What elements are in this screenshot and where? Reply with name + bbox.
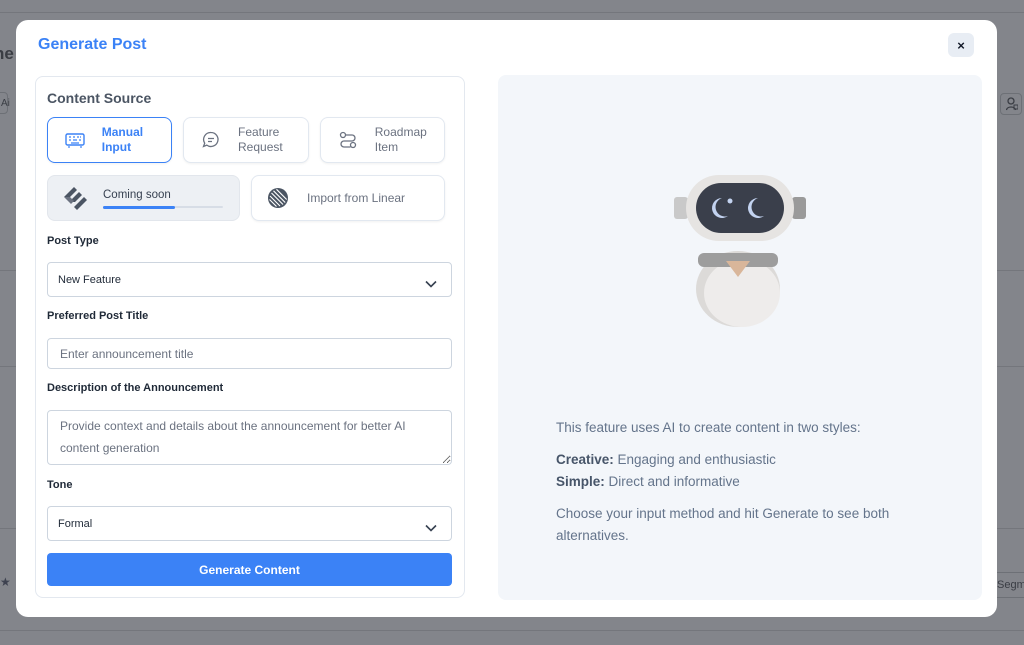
chevron-down-icon	[425, 275, 437, 293]
info-creative-text: Engaging and enthusiastic	[613, 452, 776, 467]
description-label: Description of the Announcement	[47, 382, 224, 394]
close-button[interactable]: ×	[948, 33, 974, 57]
bg-user-icon	[1000, 93, 1022, 115]
preferred-title-input[interactable]	[47, 338, 452, 369]
source-manual-input-label: Manual Input	[101, 125, 144, 154]
progress-fill	[103, 205, 175, 209]
info-simple-label: Simple:	[556, 474, 605, 489]
info-intro: This feature uses AI to create content i…	[556, 420, 861, 435]
jira-coming-soon-card: Coming soon	[47, 175, 240, 221]
bg-divider	[0, 12, 1024, 13]
post-type-select[interactable]: New Feature	[47, 262, 452, 297]
ai-info-text: This feature uses AI to create content i…	[556, 417, 946, 557]
description-textarea[interactable]	[47, 410, 452, 465]
coming-soon-label: Coming soon	[103, 189, 171, 201]
source-feature-request-button[interactable]: Feature Request	[183, 117, 309, 163]
import-from-linear-label: Import from Linear	[307, 191, 406, 205]
info-simple-text: Direct and informative	[604, 474, 740, 489]
content-form-panel: Content Source Manual Input Feature Requ…	[35, 76, 465, 598]
generate-post-modal: Generate Post × Content Source Manual In…	[16, 20, 997, 617]
preferred-title-label: Preferred Post Title	[47, 310, 149, 322]
bg-star-icon: ★	[0, 575, 11, 589]
import-from-linear-button[interactable]: Import from Linear	[251, 175, 445, 221]
source-manual-input-button[interactable]: Manual Input	[47, 117, 172, 163]
info-creative-label: Creative:	[556, 452, 614, 467]
bg-chip-fragment: Ai	[0, 92, 10, 114]
tone-value: Formal	[58, 518, 93, 530]
chevron-down-icon	[425, 519, 437, 537]
source-roadmap-item-label: Roadmap Item	[374, 125, 427, 154]
modal-title: Generate Post	[38, 36, 147, 53]
post-type-label: Post Type	[47, 235, 99, 247]
source-feature-request-label: Feature Request	[238, 125, 283, 154]
info-outro: Choose your input method and hit Generat…	[556, 506, 890, 543]
content-source-title: Content Source	[47, 90, 152, 106]
bg-divider	[0, 630, 1024, 631]
post-type-value: New Feature	[58, 274, 121, 286]
roadmap-icon	[337, 129, 359, 151]
info-creative-line: Creative: Engaging and enthusiastic	[556, 449, 946, 471]
linear-icon	[267, 187, 289, 214]
tone-label: Tone	[47, 479, 73, 491]
bg-heading-fragment: ne	[0, 44, 14, 63]
source-roadmap-item-button[interactable]: Roadmap Item	[320, 117, 445, 163]
generate-content-button[interactable]: Generate Content	[47, 553, 452, 586]
coming-soon-progress-bar	[103, 205, 223, 209]
close-icon: ×	[957, 37, 965, 53]
info-panel: This feature uses AI to create content i…	[498, 75, 982, 600]
keyboard-icon	[64, 129, 86, 151]
jira-icon	[62, 186, 88, 215]
robot-illustration	[670, 171, 810, 336]
tone-select[interactable]: Formal	[47, 506, 452, 541]
chat-bubble-icon	[200, 129, 222, 151]
info-simple-line: Simple: Direct and informative	[556, 471, 946, 493]
info-styles: Creative: Engaging and enthusiastic Simp…	[556, 449, 946, 493]
